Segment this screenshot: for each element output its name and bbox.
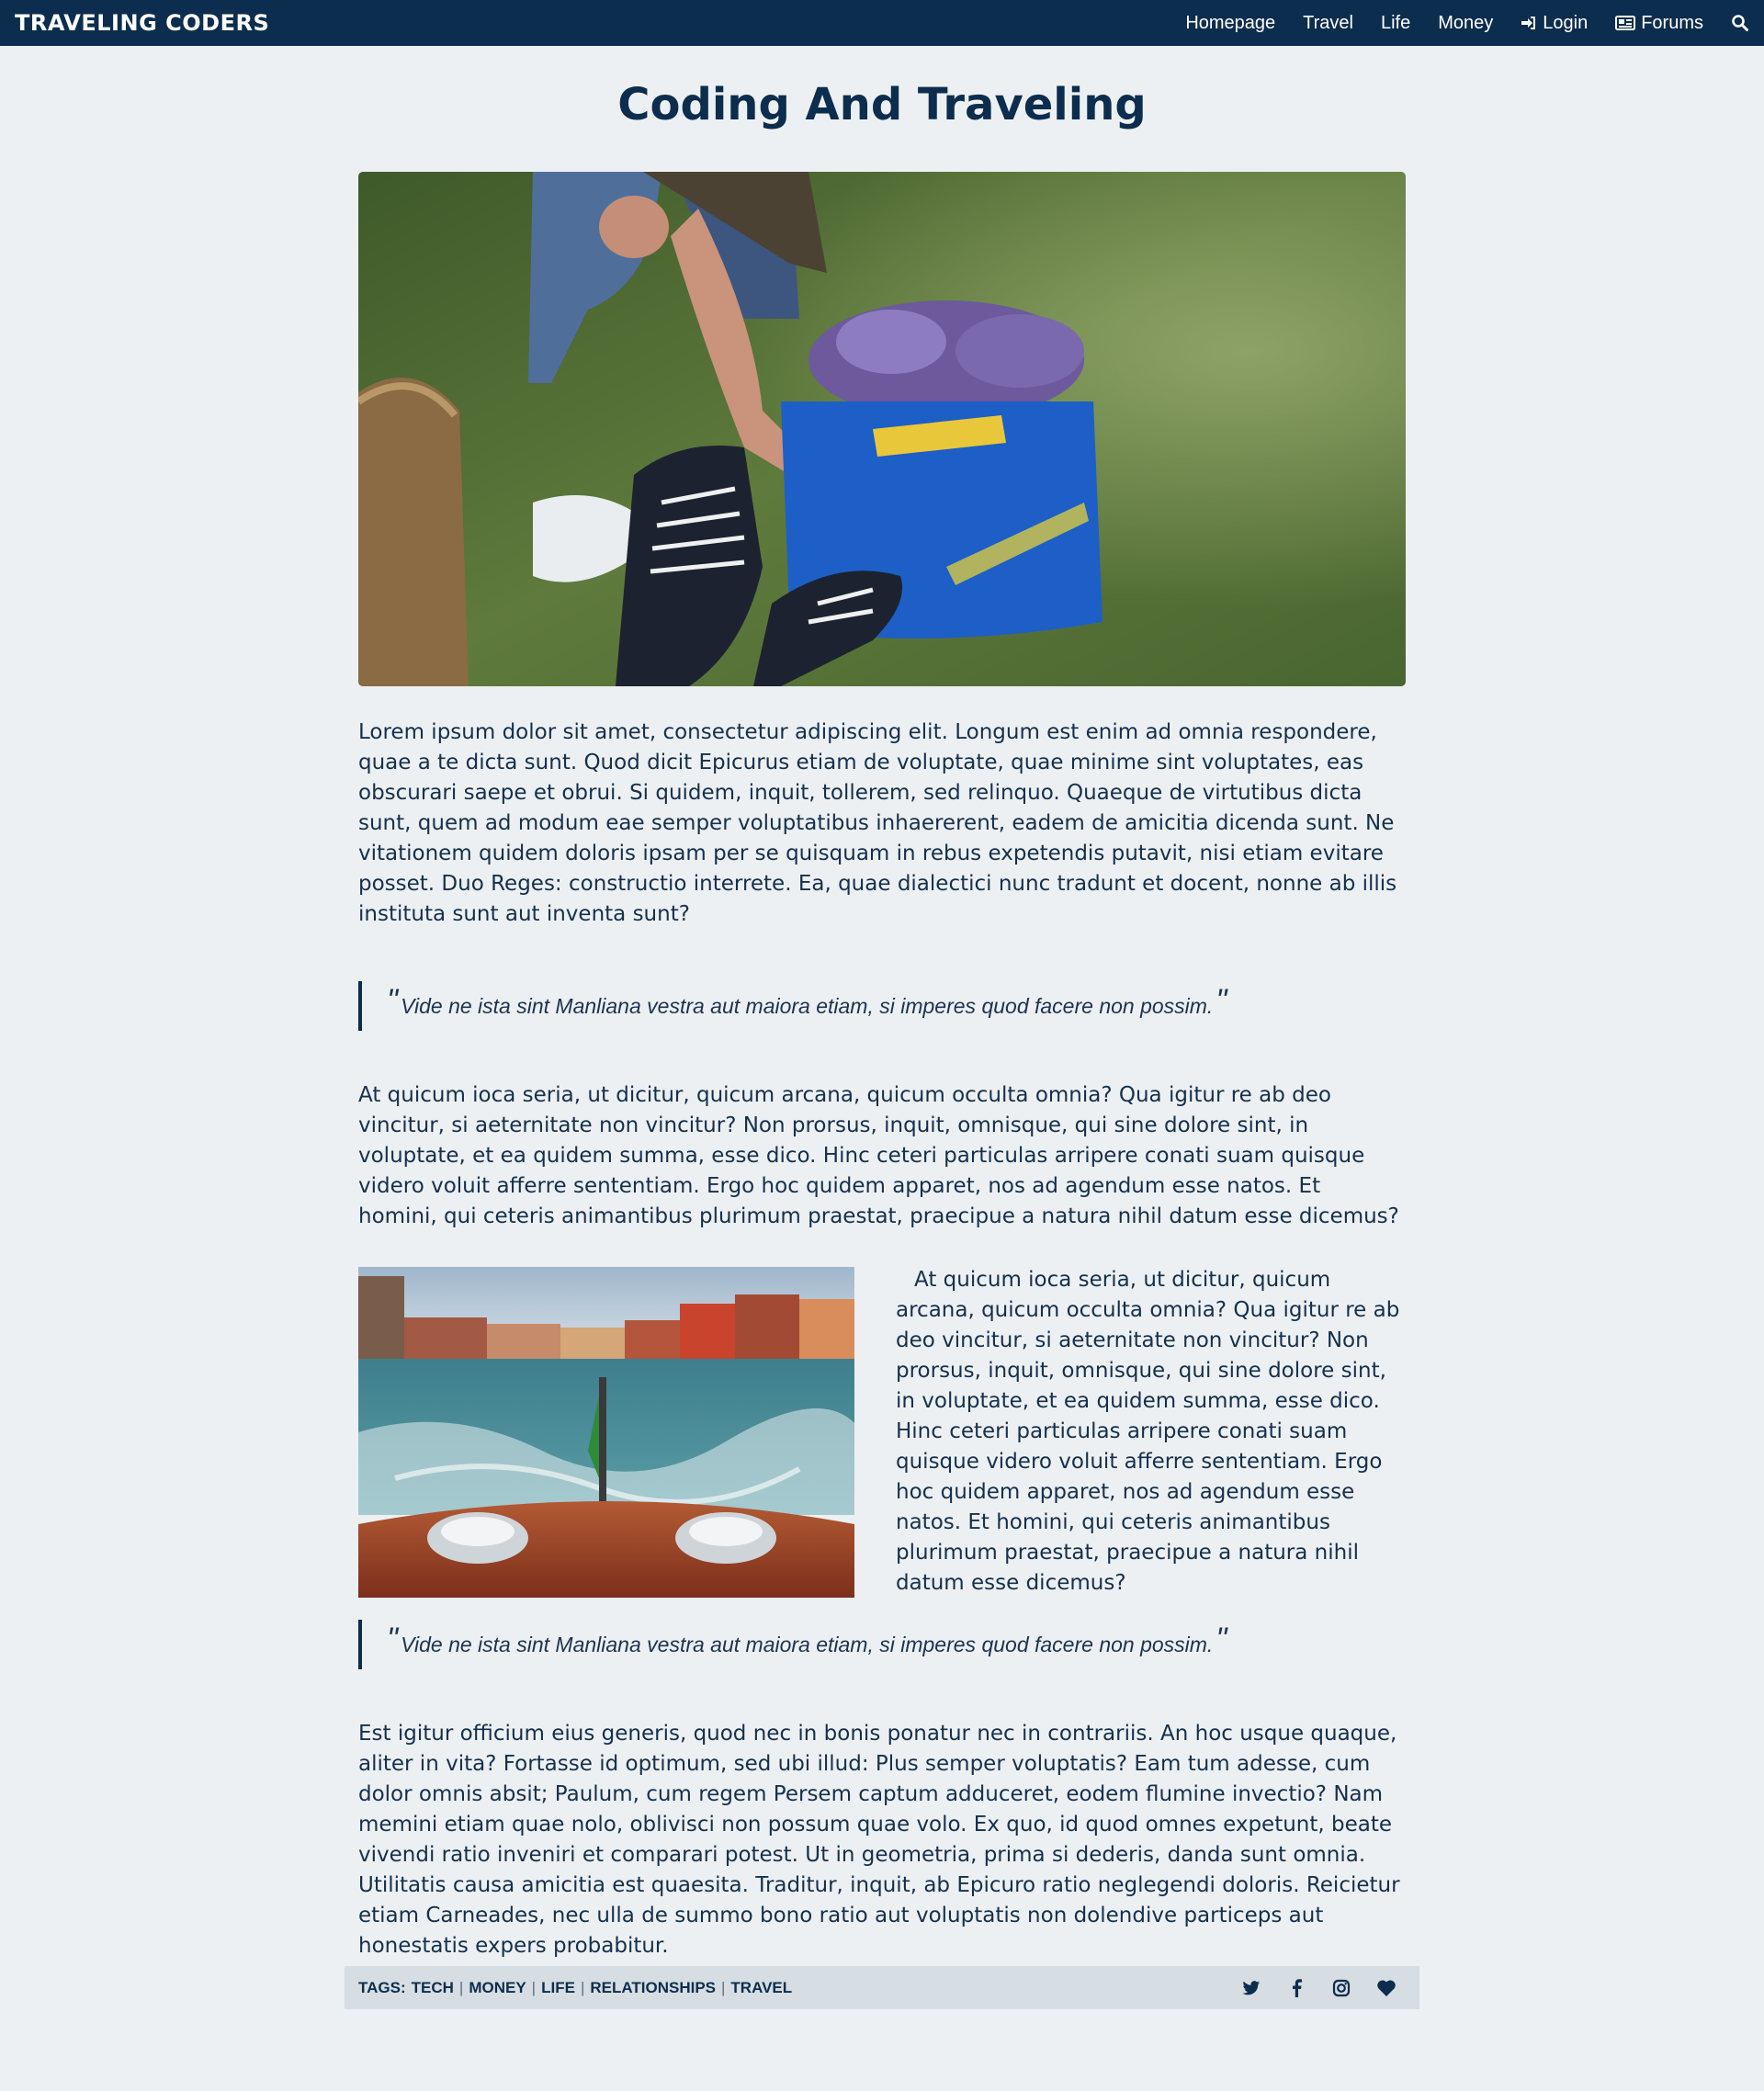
pull-quote-1-text: Vide ne ista sint Manliana vestra aut ma… (401, 993, 1214, 1018)
hero-image (358, 172, 1406, 686)
quote-close-mark: " (1216, 1621, 1227, 1656)
nav-login[interactable]: Login (1521, 13, 1588, 34)
tag-money[interactable]: MONEY (469, 1979, 526, 1997)
nav-travel[interactable]: Travel (1303, 13, 1353, 34)
sign-in-icon (1521, 15, 1537, 31)
pull-quote-2: " Vide ne ista sint Manliana vestra aut … (358, 1620, 1406, 1669)
page-title: Coding And Traveling (617, 79, 1147, 130)
tags-list: TAGS: TECH | MONEY | LIFE | RELATIONSHIP… (358, 1979, 792, 1997)
tag-separator: | (458, 1978, 464, 1996)
newspaper-icon (1615, 15, 1636, 31)
top-navbar: TRAVELING CODERS Homepage Travel Life Mo… (0, 0, 1764, 46)
article-paragraph-1: Lorem ipsum dolor sit amet, consectetur … (358, 720, 1397, 926)
facebook-icon[interactable] (1273, 1978, 1318, 1997)
pull-quote-1: " Vide ne ista sint Manliana vestra aut … (358, 981, 1406, 1031)
quote-close-mark: " (1216, 982, 1227, 1018)
nav-forums-label: Forums (1641, 12, 1703, 33)
search-button[interactable] (1731, 14, 1755, 32)
twitter-icon[interactable] (1228, 1980, 1273, 1996)
tag-separator: | (580, 1978, 585, 1996)
instagram-icon[interactable] (1318, 1979, 1363, 1997)
quote-open-mark: " (387, 982, 399, 1018)
nav-forums[interactable]: Forums (1615, 13, 1703, 34)
tags-bar: TAGS: TECH | MONEY | LIFE | RELATIONSHIP… (345, 1966, 1419, 2009)
article-paragraph-2: At quicum ioca seria, ut dicitur, quicum… (358, 1083, 1399, 1228)
tag-travel[interactable]: TRAVEL (730, 1979, 792, 1997)
tag-tech[interactable]: TECH (412, 1979, 454, 1997)
pull-quote-2-text: Vide ne ista sint Manliana vestra aut ma… (401, 1632, 1214, 1656)
tags-label: TAGS: (358, 1978, 406, 1996)
nav-homepage[interactable]: Homepage (1185, 13, 1275, 34)
venice-boat-image (358, 1267, 854, 1598)
tag-life[interactable]: LIFE (541, 1979, 575, 1997)
site-logo[interactable]: TRAVELING CODERS (15, 10, 269, 36)
heart-icon[interactable] (1363, 1979, 1408, 1997)
social-links (1228, 1966, 1408, 2009)
quote-open-mark: " (387, 1621, 399, 1656)
nav-life[interactable]: Life (1381, 13, 1410, 34)
nav-login-label: Login (1543, 12, 1589, 33)
nav-money[interactable]: Money (1438, 13, 1493, 34)
tag-relationships[interactable]: RELATIONSHIPS (590, 1979, 716, 1997)
tag-separator: | (721, 1978, 726, 1996)
article-paragraph-4: Est igitur officium eius generis, quod n… (358, 1722, 1400, 1958)
article-side-paragraph: At quicum ioca seria, ut dicitur, quicum… (896, 1268, 1400, 1595)
main-nav: Homepage Travel Life Money Login Forums (1158, 0, 1755, 46)
search-icon (1731, 14, 1749, 32)
tag-separator: | (531, 1978, 537, 1996)
